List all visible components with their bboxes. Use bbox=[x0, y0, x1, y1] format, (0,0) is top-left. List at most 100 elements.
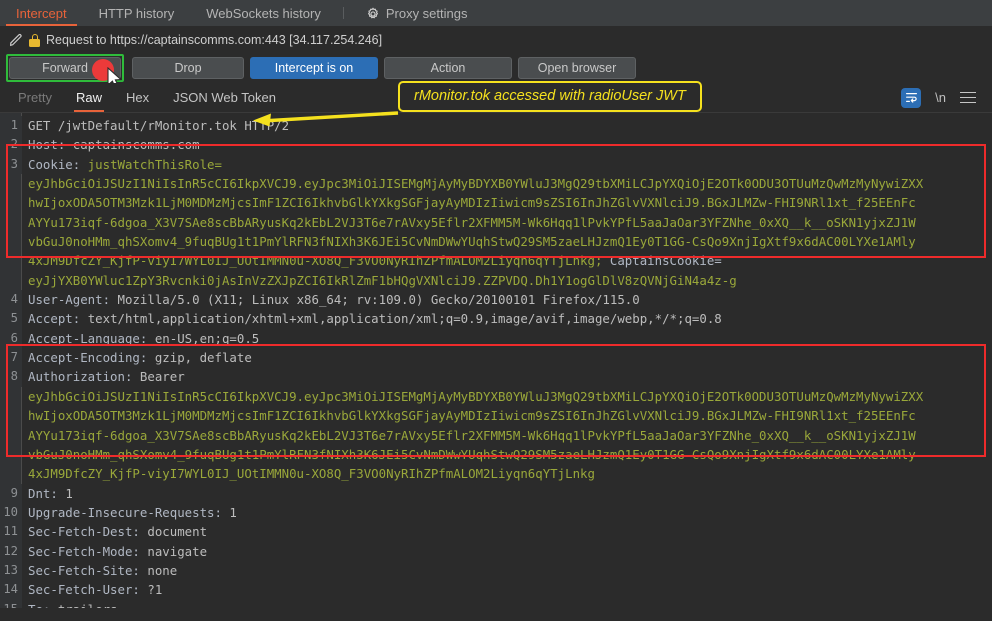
tab-proxy-settings-label: Proxy settings bbox=[385, 5, 468, 21]
request-line: eyJhbGciOiJSUzI1NiIsInR5cCI6IkpXVCJ9.eyJ… bbox=[0, 387, 992, 406]
request-line: hwIjoxODA5OTM3Mzk1LjM0MDMzMjcsImF1ZCI6Ik… bbox=[0, 406, 992, 425]
request-line: 14 Sec-Fetch-User: ?1 bbox=[0, 580, 992, 600]
line-segment: 1 bbox=[229, 504, 237, 520]
request-line: 10 Upgrade-Insecure-Requests: 1 bbox=[0, 502, 992, 523]
request-line: eyJhbGciOiJSUzI1NiIsInR5cCI6IkpXVCJ9.eyJ… bbox=[0, 174, 992, 193]
line-segment: GET /jwtDefault/rMonitor.tok HTTP/2 bbox=[28, 118, 290, 133]
request-line: 1 GET /jwtDefault/rMonitor.tok HTTP/2 bbox=[0, 116, 992, 136]
intercept-action-bar: Forward Drop Intercept is on Action Open… bbox=[0, 53, 992, 89]
line-text: Accept-Language: en-US,en;q=0.5 bbox=[22, 329, 259, 348]
word-wrap-icon[interactable] bbox=[901, 87, 922, 108]
request-line: 3 Cookie: justWatchThisRole= bbox=[0, 154, 992, 175]
request-line: 15Te: trailers bbox=[0, 599, 992, 608]
tab-json-web-token[interactable]: JSON Web Token bbox=[161, 83, 288, 112]
line-text: AYYu173iqf-6dgoa_X3V7SAe8scBbARyusKq2kEb… bbox=[22, 426, 916, 445]
request-line: eyJjYXB0YWluc1ZpY3Rvcnki0jAsInVzZXJpZCI6… bbox=[0, 271, 992, 290]
line-text: eyJhbGciOiJSUzI1NiIsInR5cCI6IkpXVCJ9.eyJ… bbox=[22, 174, 923, 193]
line-segment: ?1 bbox=[147, 582, 163, 598]
line-segment: Te: bbox=[28, 602, 58, 608]
line-number: 15 bbox=[0, 599, 22, 608]
request-line: AYYu173iqf-6dgoa_X3V7SAe8scBbARyusKq2kEb… bbox=[0, 213, 992, 232]
line-number: 14 bbox=[0, 580, 22, 600]
tab-http-history-label: HTTP history bbox=[98, 5, 175, 21]
line-number: 4 bbox=[0, 290, 22, 310]
line-segment: User-Agent: bbox=[28, 292, 118, 308]
line-number: 12 bbox=[0, 541, 22, 561]
request-line: 8 Authorization: Bearer bbox=[0, 367, 992, 387]
line-text: Sec-Fetch-User: ?1 bbox=[22, 580, 162, 599]
line-segment: en-US,en;q=0.5 bbox=[154, 330, 260, 346]
line-segment: eyJhbGciOiJSUzI1NiIsInR5cCI6IkpXVCJ9.eyJ… bbox=[28, 388, 924, 404]
line-segment: Accept: bbox=[28, 311, 88, 327]
tab-websockets-history[interactable]: WebSockets history bbox=[190, 0, 337, 26]
request-line: 4xJM9DfcZY_KjfP-viyI7WYL0IJ_UOtIMMN0u-XO… bbox=[0, 251, 992, 270]
line-number: 7 bbox=[0, 348, 22, 368]
drop-button[interactable]: Drop bbox=[132, 57, 244, 79]
line-segment: Bearer bbox=[139, 369, 185, 385]
tab-raw[interactable]: Raw bbox=[64, 83, 114, 112]
burp-proxy-window: Intercept HTTP history WebSockets histor… bbox=[0, 0, 992, 621]
line-text: hwIjoxODA5OTM3Mzk1LjM0MDMzMjcsImF1ZCI6Ik… bbox=[22, 193, 916, 212]
line-number: 2 bbox=[0, 135, 22, 155]
request-line: 4xJM9DfcZY_KjfP-viyI7WYL0IJ_UOtIMMN0u-XO… bbox=[0, 464, 992, 483]
tab-http-history[interactable]: HTTP history bbox=[83, 0, 191, 26]
line-text: hwIjoxODA5OTM3Mzk1LjM0MDMzMjcsImF1ZCI6Ik… bbox=[22, 406, 916, 425]
line-segment: Sec-Fetch-Dest: bbox=[28, 524, 148, 540]
intercept-toggle-button[interactable]: Intercept is on bbox=[250, 57, 378, 79]
request-line: AYYu173iqf-6dgoa_X3V7SAe8scBbARyusKq2kEb… bbox=[0, 426, 992, 445]
raw-request-editor[interactable]: 1 GET /jwtDefault/rMonitor.tok HTTP/2 2 Hos… bbox=[0, 113, 992, 608]
line-segment: navigate bbox=[147, 543, 208, 559]
line-text: 4xJM9DfcZY_KjfP-viyI7WYL0IJ_UOtIMMN0u-XO… bbox=[22, 251, 722, 270]
line-segment: Accept-Language: bbox=[28, 330, 155, 346]
line-text: eyJjYXB0YWluc1ZpY3Rvcnki0jAsInVzZXJpZCI6… bbox=[22, 271, 737, 290]
tab-divider bbox=[342, 7, 344, 19]
tab-intercept[interactable]: Intercept bbox=[0, 0, 83, 26]
line-segment: Mozilla/5.0 (X11; Linux x86_64; rv:109.0… bbox=[117, 292, 640, 308]
request-line: vbGuJ0noHMm_qhSXomv4_9fuqBUg1t1PmYlRFN3f… bbox=[0, 445, 992, 464]
line-number: 11 bbox=[0, 522, 22, 542]
tab-pretty-label: Pretty bbox=[18, 90, 52, 105]
line-segment: Dnt: bbox=[28, 485, 66, 501]
annotation-callout-text: rMonitor.tok accessed with radioUser JWT bbox=[414, 88, 686, 104]
drop-button-label: Drop bbox=[174, 61, 202, 75]
line-text: Dnt: 1 bbox=[22, 484, 73, 503]
line-segment: gzip, deflate bbox=[154, 350, 252, 366]
line-segment: AYYu173iqf-6dgoa_X3V7SAe8scBbARyusKq2kEb… bbox=[28, 214, 916, 230]
request-line: 13 Sec-Fetch-Site: none bbox=[0, 560, 992, 581]
line-segment: 4xJM9DfcZY_KjfP-viyI7WYL0IJ_UOtIMMN0u-XO… bbox=[28, 253, 610, 269]
open-browser-button[interactable]: Open browser bbox=[518, 57, 636, 79]
line-number: 13 bbox=[0, 560, 22, 581]
line-segment: Host: bbox=[28, 137, 73, 153]
line-text: AYYu173iqf-6dgoa_X3V7SAe8scBbARyusKq2kEb… bbox=[22, 213, 916, 232]
line-text: Upgrade-Insecure-Requests: 1 bbox=[22, 503, 237, 522]
line-segment: none bbox=[147, 562, 178, 578]
request-line: 6 Accept-Language: en-US,en;q=0.5 bbox=[0, 328, 992, 349]
line-segment: 4xJM9DfcZY_KjfP-viyI7WYL0IJ_UOtIMMN0u-XO… bbox=[28, 466, 595, 482]
request-line: vbGuJ0noHMm_qhSXomv4_9fuqBUg1t1PmYlRFN3f… bbox=[0, 232, 992, 251]
line-segment: captainscomms.com bbox=[72, 137, 200, 153]
line-segment: Sec-Fetch-Mode: bbox=[28, 543, 148, 559]
line-segment: vbGuJ0noHMm_qhSXomv4_9fuqBUg1t1PmYlRFN3f… bbox=[28, 234, 916, 250]
line-text: Sec-Fetch-Mode: navigate bbox=[22, 542, 207, 561]
line-text: Sec-Fetch-Site: none bbox=[22, 561, 177, 580]
menu-icon[interactable] bbox=[960, 91, 976, 104]
pencil-icon bbox=[8, 32, 24, 48]
proxy-tab-bar: Intercept HTTP history WebSockets histor… bbox=[0, 0, 992, 27]
line-segment: CaptainsCookie= bbox=[609, 253, 722, 269]
tab-websockets-history-label: WebSockets history bbox=[206, 5, 321, 21]
line-segment: hwIjoxODA5OTM3Mzk1LjM0MDMzMjcsImF1ZCI6Ik… bbox=[28, 408, 916, 424]
line-segment: Sec-Fetch-User: bbox=[28, 582, 148, 598]
tab-hex[interactable]: Hex bbox=[114, 83, 161, 112]
forward-button-highlight: Forward bbox=[6, 54, 124, 82]
open-browser-label: Open browser bbox=[537, 61, 617, 75]
newline-icon[interactable]: \n bbox=[935, 90, 946, 105]
line-segment: document bbox=[147, 524, 208, 540]
tab-proxy-settings[interactable]: Proxy settings bbox=[350, 0, 484, 26]
line-segment: justWatchThisRole= bbox=[87, 156, 222, 172]
tab-pretty[interactable]: Pretty bbox=[6, 83, 64, 112]
line-segment: Upgrade-Insecure-Requests: bbox=[28, 504, 230, 520]
line-segment: Sec-Fetch-Site: bbox=[28, 562, 148, 578]
line-number: 5 bbox=[0, 309, 22, 329]
line-text: Te: trailers bbox=[22, 600, 118, 608]
action-button[interactable]: Action bbox=[384, 57, 512, 79]
